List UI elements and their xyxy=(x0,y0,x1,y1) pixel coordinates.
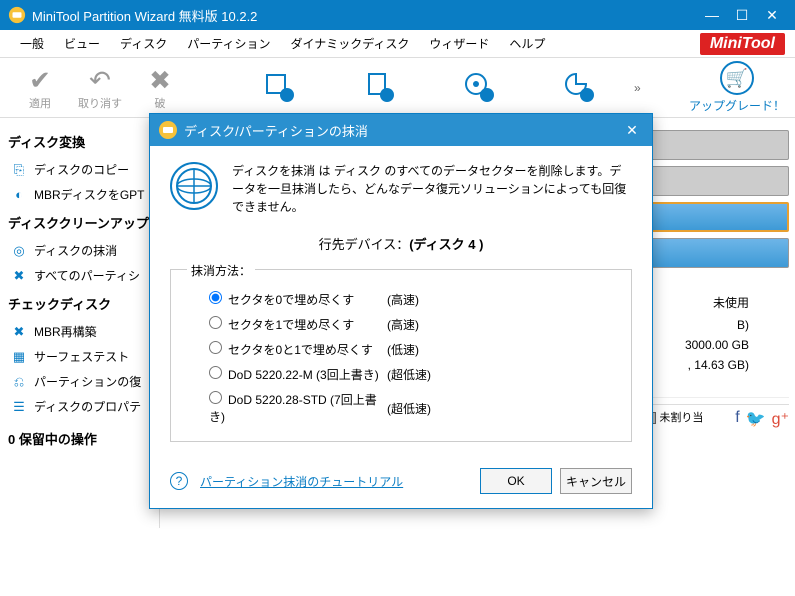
radio-fill-zero-one[interactable]: セクタを0と1で埋め尽くす(低速) xyxy=(187,337,615,362)
undo-icon: ↶ xyxy=(89,65,111,95)
globe-icon xyxy=(170,162,218,210)
minimize-button[interactable]: ― xyxy=(697,0,727,30)
dialog-title-text: ディスク/パーティションの抹消 xyxy=(184,121,620,140)
sidebar-copy-disk[interactable]: ⎘ディスクのコピー xyxy=(4,157,155,182)
menu-general[interactable]: 一般 xyxy=(10,31,54,56)
sidebar-delete-all[interactable]: ✖すべてのパーティシ xyxy=(4,263,155,288)
app-title: MiniTool Partition Wizard 無料版 10.2.2 xyxy=(32,6,697,25)
menu-partition[interactable]: パーティション xyxy=(177,31,280,56)
toolbar: ✔適用 ↶取り消す ✖破 » 🛒 アップグレード！ xyxy=(0,58,795,118)
ok-button[interactable]: OK xyxy=(480,468,552,494)
props-icon: ☰ xyxy=(10,399,28,415)
menu-disk[interactable]: ディスク xyxy=(110,31,177,56)
group-cleanup: ディスククリーンアップ xyxy=(4,207,155,238)
copy-icon: ⎘ xyxy=(10,162,28,178)
sidebar-surface-test[interactable]: ▦サーフェステスト xyxy=(4,344,155,369)
menu-wizard[interactable]: ウィザード xyxy=(419,31,499,56)
sidebar-wipe-disk[interactable]: ◎ディスクの抹消 xyxy=(4,238,155,263)
radio-dod-3pass[interactable]: DoD 5220.22-M (3回上書き)(超低速) xyxy=(187,362,615,387)
tool-icon-2[interactable] xyxy=(330,71,430,105)
wipe-dialog: ディスク/パーティションの抹消 ✕ ディスクを抹消 は ディスク のすべてのデー… xyxy=(149,113,653,509)
tutorial-link[interactable]: パーティション抹消のチュートリアル xyxy=(200,473,403,490)
menubar: 一般 ビュー ディスク パーティション ダイナミックディスク ウィザード ヘルプ… xyxy=(0,30,795,58)
sidebar-mbr-to-gpt[interactable]: ◐MBRディスクをGPT xyxy=(4,182,155,207)
sidebar-partition-recover[interactable]: ⎌パーティションの復 xyxy=(4,369,155,394)
close-button[interactable]: ✕ xyxy=(757,0,787,30)
menu-view[interactable]: ビュー xyxy=(54,31,110,56)
wipe-icon: ◎ xyxy=(10,243,28,259)
dialog-titlebar: ディスク/パーティションの抹消 ✕ xyxy=(150,114,652,146)
sidebar-rebuild-mbr[interactable]: ✖MBR再構築 xyxy=(4,319,155,344)
discard-icon: ✖ xyxy=(149,65,171,95)
delete-icon: ✖ xyxy=(10,268,28,284)
social-links: f 🐦 g⁺ xyxy=(735,409,789,441)
titlebar: MiniTool Partition Wizard 無料版 10.2.2 ― ☐… xyxy=(0,0,795,30)
sidebar: ディスク変換 ⎘ディスクのコピー ◐MBRディスクをGPT ディスククリーンアッ… xyxy=(0,118,160,528)
method-title: 抹消方法： xyxy=(187,262,255,279)
discard-button[interactable]: ✖破 xyxy=(130,65,190,111)
upgrade-button[interactable]: 🛒 アップグレード！ xyxy=(689,61,785,114)
app-icon xyxy=(8,6,26,24)
tool-icon-4[interactable] xyxy=(530,71,630,105)
facebook-icon[interactable]: f xyxy=(735,409,739,441)
wipe-method-group: 抹消方法： セクタを0で埋め尽くす(高速) セクタを1で埋め尽くす(高速) セク… xyxy=(170,269,632,442)
group-disk-convert: ディスク変換 xyxy=(4,126,155,157)
cancel-button[interactable]: キャンセル xyxy=(560,468,632,494)
brand-logo: MiniTool xyxy=(700,33,785,55)
twitter-icon[interactable]: 🐦 xyxy=(746,409,766,441)
convert-icon: ◐ xyxy=(10,187,28,203)
chevron-right-icon[interactable]: » xyxy=(630,81,645,95)
dialog-close-button[interactable]: ✕ xyxy=(620,122,644,139)
radio-fill-one[interactable]: セクタを1で埋め尽くす(高速) xyxy=(187,312,615,337)
radio-fill-zero[interactable]: セクタを0で埋め尽くす(高速) xyxy=(187,287,615,312)
apply-button[interactable]: ✔適用 xyxy=(10,65,70,111)
cart-icon: 🛒 xyxy=(720,61,754,95)
google-plus-icon[interactable]: g⁺ xyxy=(772,409,789,441)
tool-icon-3[interactable] xyxy=(430,71,530,105)
menu-help[interactable]: ヘルプ xyxy=(499,31,555,56)
menu-dynamic[interactable]: ダイナミックディスク xyxy=(280,31,419,56)
target-device: 行先デバイス：(ディスク 4 ) xyxy=(170,234,632,253)
sidebar-disk-props[interactable]: ☰ディスクのプロパテ xyxy=(4,394,155,419)
grid-icon: ▦ xyxy=(10,349,28,365)
pending-ops: 0 保留中の操作 xyxy=(4,419,155,458)
undo-button[interactable]: ↶取り消す xyxy=(70,65,130,111)
check-icon: ✔ xyxy=(29,65,51,95)
wrench-icon: ✖ xyxy=(10,324,28,340)
tool-icon-1[interactable] xyxy=(230,71,330,105)
group-checkdisk: チェックディスク xyxy=(4,288,155,319)
radio-dod-7pass[interactable]: DoD 5220.28-STD (7回上書き)(超低速) xyxy=(187,387,615,429)
maximize-button[interactable]: ☐ xyxy=(727,0,757,30)
recover-icon: ⎌ xyxy=(10,374,28,390)
help-icon: ? xyxy=(170,472,188,490)
dialog-description: ディスクを抹消 は ディスク のすべてのデータセクターを削除します。データを一旦… xyxy=(232,162,632,216)
dialog-icon xyxy=(158,120,178,140)
